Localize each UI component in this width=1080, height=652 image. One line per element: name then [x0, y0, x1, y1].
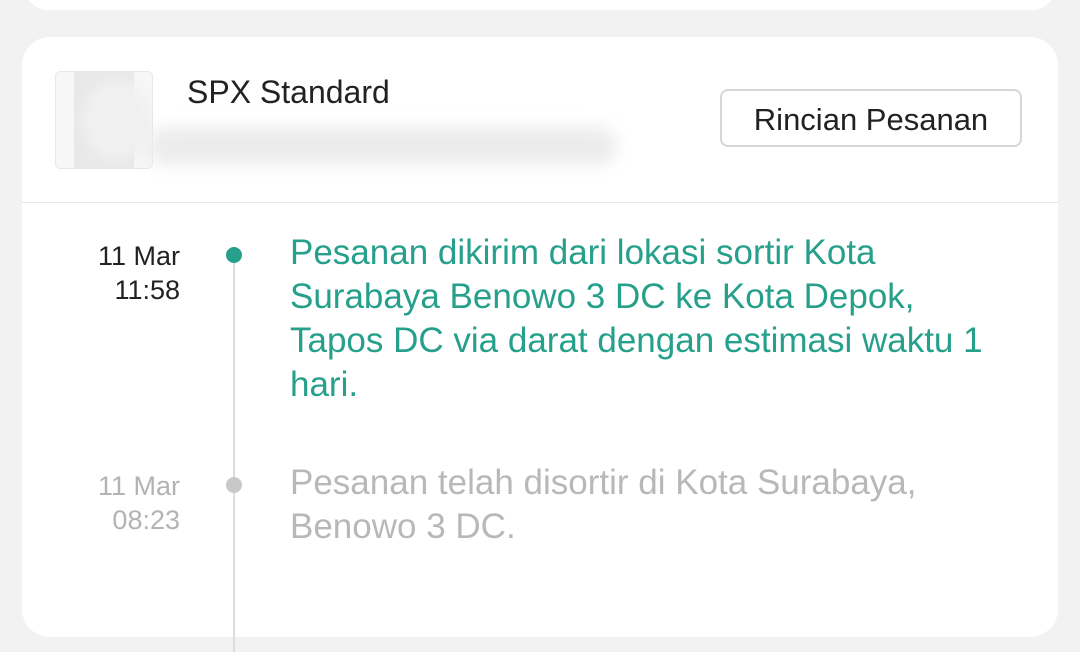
product-image-blur — [82, 80, 152, 160]
shipping-method-label: SPX Standard — [187, 74, 390, 110]
event-time: 08:23 — [112, 505, 180, 535]
timeline-dot-past-icon — [226, 477, 242, 493]
event-datetime: 11 Mar 08:23 — [98, 469, 180, 537]
previous-card — [24, 0, 1056, 10]
event-description: Pesanan telah disortir di Kota Surabaya,… — [290, 463, 917, 546]
product-thumbnail[interactable] — [55, 71, 153, 169]
redacted-product-name — [147, 127, 617, 165]
order-detail-button[interactable]: Rincian Pesanan — [720, 89, 1022, 147]
divider — [22, 202, 1058, 203]
event-datetime: 11 Mar 11:58 — [98, 239, 180, 307]
event-date: 11 Mar — [97, 471, 180, 501]
timeline-line — [233, 252, 235, 652]
order-tracking-card: SPX Standard Rincian Pesanan 11 Mar 11:5… — [22, 37, 1058, 652]
timeline-dot-current-icon — [226, 247, 242, 263]
event-description: Pesanan dikirim dari lokasi sortir Kota … — [290, 233, 983, 404]
event-time: 11:58 — [114, 275, 180, 305]
event-date: 11 Mar — [97, 241, 180, 271]
